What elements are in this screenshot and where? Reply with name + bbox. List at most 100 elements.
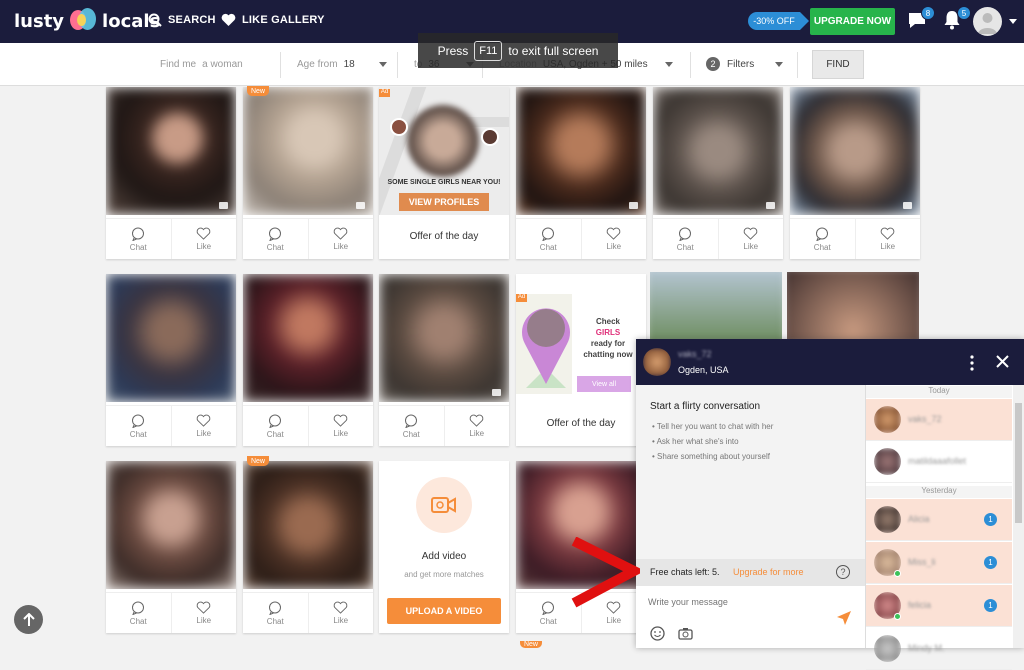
contact-item[interactable]: vaks_72 <box>866 399 1012 441</box>
find-me-select[interactable]: Find me a woman <box>160 59 243 70</box>
like-button[interactable]: Like <box>307 219 374 259</box>
contact-item[interactable]: Mindy M. <box>866 628 1012 670</box>
like-gallery-nav-link[interactable]: LIKE GALLERY <box>221 13 325 26</box>
fullscreen-exit-text: to exit full screen <box>508 43 599 58</box>
profile-card[interactable]: Chat Like <box>243 274 373 446</box>
profile-photo[interactable] <box>790 87 920 215</box>
heart-icon <box>743 227 758 240</box>
like-button[interactable]: Like <box>717 219 784 259</box>
like-label: Like <box>469 429 485 438</box>
view-all-button[interactable]: View all <box>577 376 631 392</box>
chat-button[interactable]: Chat <box>243 219 308 259</box>
chat-label: Chat <box>129 616 147 626</box>
profile-photo-partial[interactable] <box>787 272 919 340</box>
like-button[interactable]: Like <box>170 219 237 259</box>
like-button[interactable]: Like <box>170 593 237 633</box>
filters-dropdown[interactable]: Filters <box>727 59 754 70</box>
chat-button[interactable]: Chat <box>653 219 718 259</box>
profile-card[interactable]: Chat Like <box>106 274 236 446</box>
chat-button[interactable]: Chat <box>379 406 444 446</box>
chat-label: Chat <box>129 242 147 252</box>
upgrade-for-more-link[interactable]: Upgrade for more <box>733 567 804 577</box>
like-label: Like <box>196 616 212 625</box>
profile-photo-partial[interactable] <box>650 272 782 340</box>
profile-photo[interactable] <box>243 461 373 589</box>
like-button[interactable]: Like <box>307 593 374 633</box>
user-avatar[interactable] <box>973 7 1002 36</box>
contact-item[interactable]: Alicia 1 <box>866 499 1012 541</box>
message-input[interactable] <box>648 594 828 610</box>
contacts-scrollbar[interactable] <box>1013 385 1024 648</box>
chat-button[interactable]: Chat <box>516 219 581 259</box>
offer-line-girls: GIRLS <box>595 328 621 337</box>
chat-button[interactable]: Chat <box>106 219 171 259</box>
camera-icon[interactable] <box>678 627 693 640</box>
upgrade-now-button[interactable]: UPGRADE NOW <box>810 8 895 35</box>
contact-name: matildaaafollet <box>908 456 967 466</box>
profile-card[interactable]: Chat Like <box>243 461 373 633</box>
offer-card[interactable]: Ad Check GIRLS ready for chatting now Vi… <box>516 274 646 446</box>
search-nav-link[interactable]: SEARCH <box>148 13 216 27</box>
profile-card[interactable]: Chat Like <box>379 274 509 446</box>
day-separator-yesterday: Yesterday <box>866 486 1012 498</box>
like-button[interactable]: Like <box>443 406 510 446</box>
profile-photo[interactable] <box>243 87 373 215</box>
like-button[interactable]: Like <box>854 219 921 259</box>
arrow-up-icon <box>22 612 35 626</box>
like-gallery-label: LIKE GALLERY <box>242 13 325 26</box>
messages-button[interactable]: 8 <box>907 6 935 32</box>
contact-item[interactable]: matildaaafollet <box>866 441 1012 483</box>
profile-photo[interactable] <box>243 274 373 402</box>
account-menu-chevron-icon[interactable] <box>1009 19 1017 24</box>
offer-card[interactable]: Ad SOME SINGLE GIRLS NEAR YOU! VIEW PROF… <box>379 87 509 259</box>
site-logo[interactable]: lusty locals <box>14 8 160 34</box>
send-icon[interactable] <box>836 610 852 626</box>
upload-video-button[interactable]: UPLOAD A VIDEO <box>387 598 501 624</box>
view-profiles-button[interactable]: VIEW PROFILES <box>399 193 489 211</box>
profile-photo[interactable] <box>653 87 783 215</box>
camera-icon <box>903 202 912 209</box>
like-button[interactable]: Like <box>307 406 374 446</box>
chat-button[interactable]: Chat <box>790 219 855 259</box>
more-options-icon[interactable] <box>970 355 974 371</box>
close-icon[interactable] <box>996 355 1009 368</box>
profile-photo[interactable] <box>106 461 236 589</box>
notifications-button[interactable]: 5 <box>943 6 971 32</box>
scrollbar-thumb[interactable] <box>1015 403 1022 523</box>
contact-item[interactable]: Miss_li 1 <box>866 542 1012 584</box>
add-video-card[interactable]: Add video and get more matches UPLOAD A … <box>379 461 509 633</box>
camera-icon <box>356 202 365 209</box>
like-button[interactable]: Like <box>580 219 647 259</box>
chat-button[interactable]: Chat <box>243 406 308 446</box>
contact-item[interactable]: felicia 1 <box>866 585 1012 627</box>
user-silhouette-icon <box>978 13 997 34</box>
find-button[interactable]: FIND <box>812 50 864 79</box>
profile-card[interactable]: Chat Like <box>106 87 236 259</box>
find-me-value: a woman <box>202 59 243 70</box>
fullscreen-press-text: Press <box>437 43 469 58</box>
chat-partner-avatar[interactable] <box>643 348 671 376</box>
contact-name: vaks_72 <box>908 414 942 424</box>
age-from-select[interactable]: Age from 18 <box>297 59 355 70</box>
contact-avatar <box>874 506 901 533</box>
profile-card[interactable]: Chat Like <box>790 87 920 259</box>
profile-photo[interactable] <box>106 87 236 215</box>
discount-badge[interactable]: -30% OFF <box>748 12 809 30</box>
scroll-to-top-button[interactable] <box>14 605 43 634</box>
help-icon[interactable]: ? <box>836 565 850 579</box>
profile-photo[interactable] <box>516 87 646 215</box>
chat-button[interactable]: Chat <box>106 406 171 446</box>
chat-button[interactable]: Chat <box>243 593 308 633</box>
chat-button[interactable]: Chat <box>106 593 171 633</box>
profile-card[interactable]: Chat Like <box>653 87 783 259</box>
offer-caption: Offer of the day <box>409 231 479 242</box>
chat-partner-location: Ogden, USA <box>678 365 729 375</box>
profile-photo[interactable] <box>379 274 509 402</box>
profile-photo[interactable] <box>106 274 236 402</box>
profile-card[interactable]: Chat Like <box>516 87 646 259</box>
profile-card[interactable]: Chat Like <box>243 87 373 259</box>
new-badge: New <box>247 456 269 466</box>
emoji-icon[interactable] <box>650 626 665 641</box>
profile-card[interactable]: Chat Like <box>106 461 236 633</box>
like-button[interactable]: Like <box>170 406 237 446</box>
